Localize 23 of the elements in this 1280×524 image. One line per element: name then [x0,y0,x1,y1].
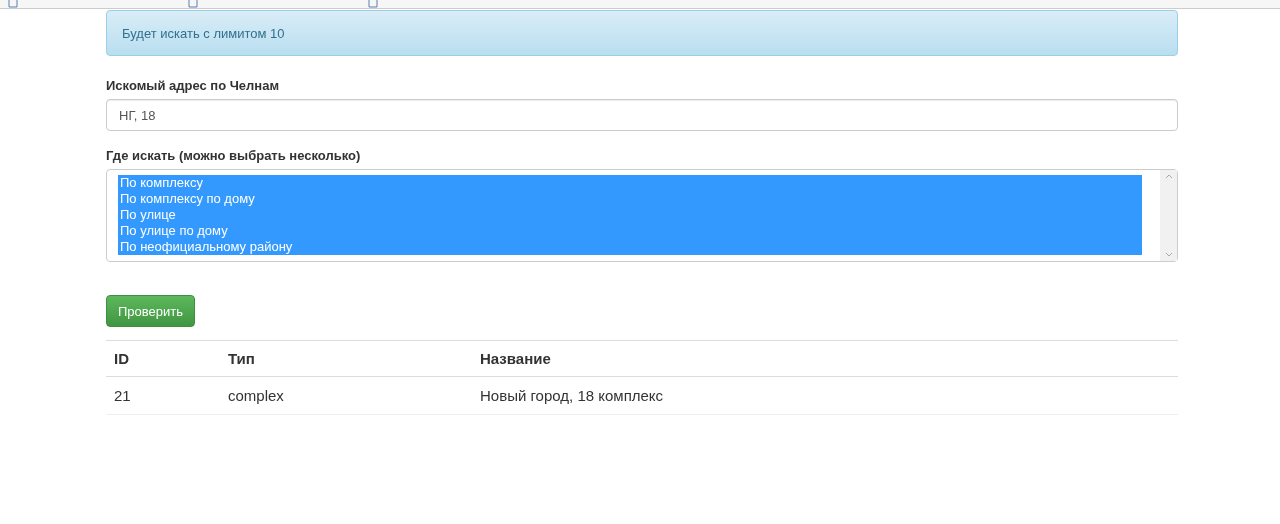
page-icon [188,0,198,8]
column-header: ID [106,340,220,377]
table-cell: 21 [106,376,220,415]
page-icon [368,0,378,8]
column-header: Тип [220,340,472,377]
address-field[interactable]: НГ, 18 [106,99,1178,131]
info-alert: Будет искать с лимитом 10 [106,10,1178,56]
field-label: Искомый адрес по Челнам [106,78,281,93]
field-label: Где искать (можно выбрать несколько) [106,148,362,163]
table-cell: complex [220,376,472,415]
table-cell: Новый город, 18 комплекс [472,376,1178,415]
select-option[interactable]: По неофициальному району [118,239,1142,255]
check-button[interactable]: Проверить [106,295,195,327]
select-option[interactable]: По улице по дому [118,223,1142,239]
select-option[interactable]: По комплексу [118,175,1142,191]
select-option[interactable]: По комплексу по дому [118,191,1142,207]
page-icon [8,0,18,8]
scroll-down-icon[interactable] [1164,252,1173,257]
multi-select-list[interactable]: По комплексу По комплексу по дому По улице По улице по дому По неофициальному району [106,169,1178,262]
column-header: Название [472,340,1178,377]
select-option[interactable]: По улице [118,207,1142,223]
scroll-up-icon[interactable] [1164,174,1173,179]
scrollbar[interactable] [1160,170,1177,261]
